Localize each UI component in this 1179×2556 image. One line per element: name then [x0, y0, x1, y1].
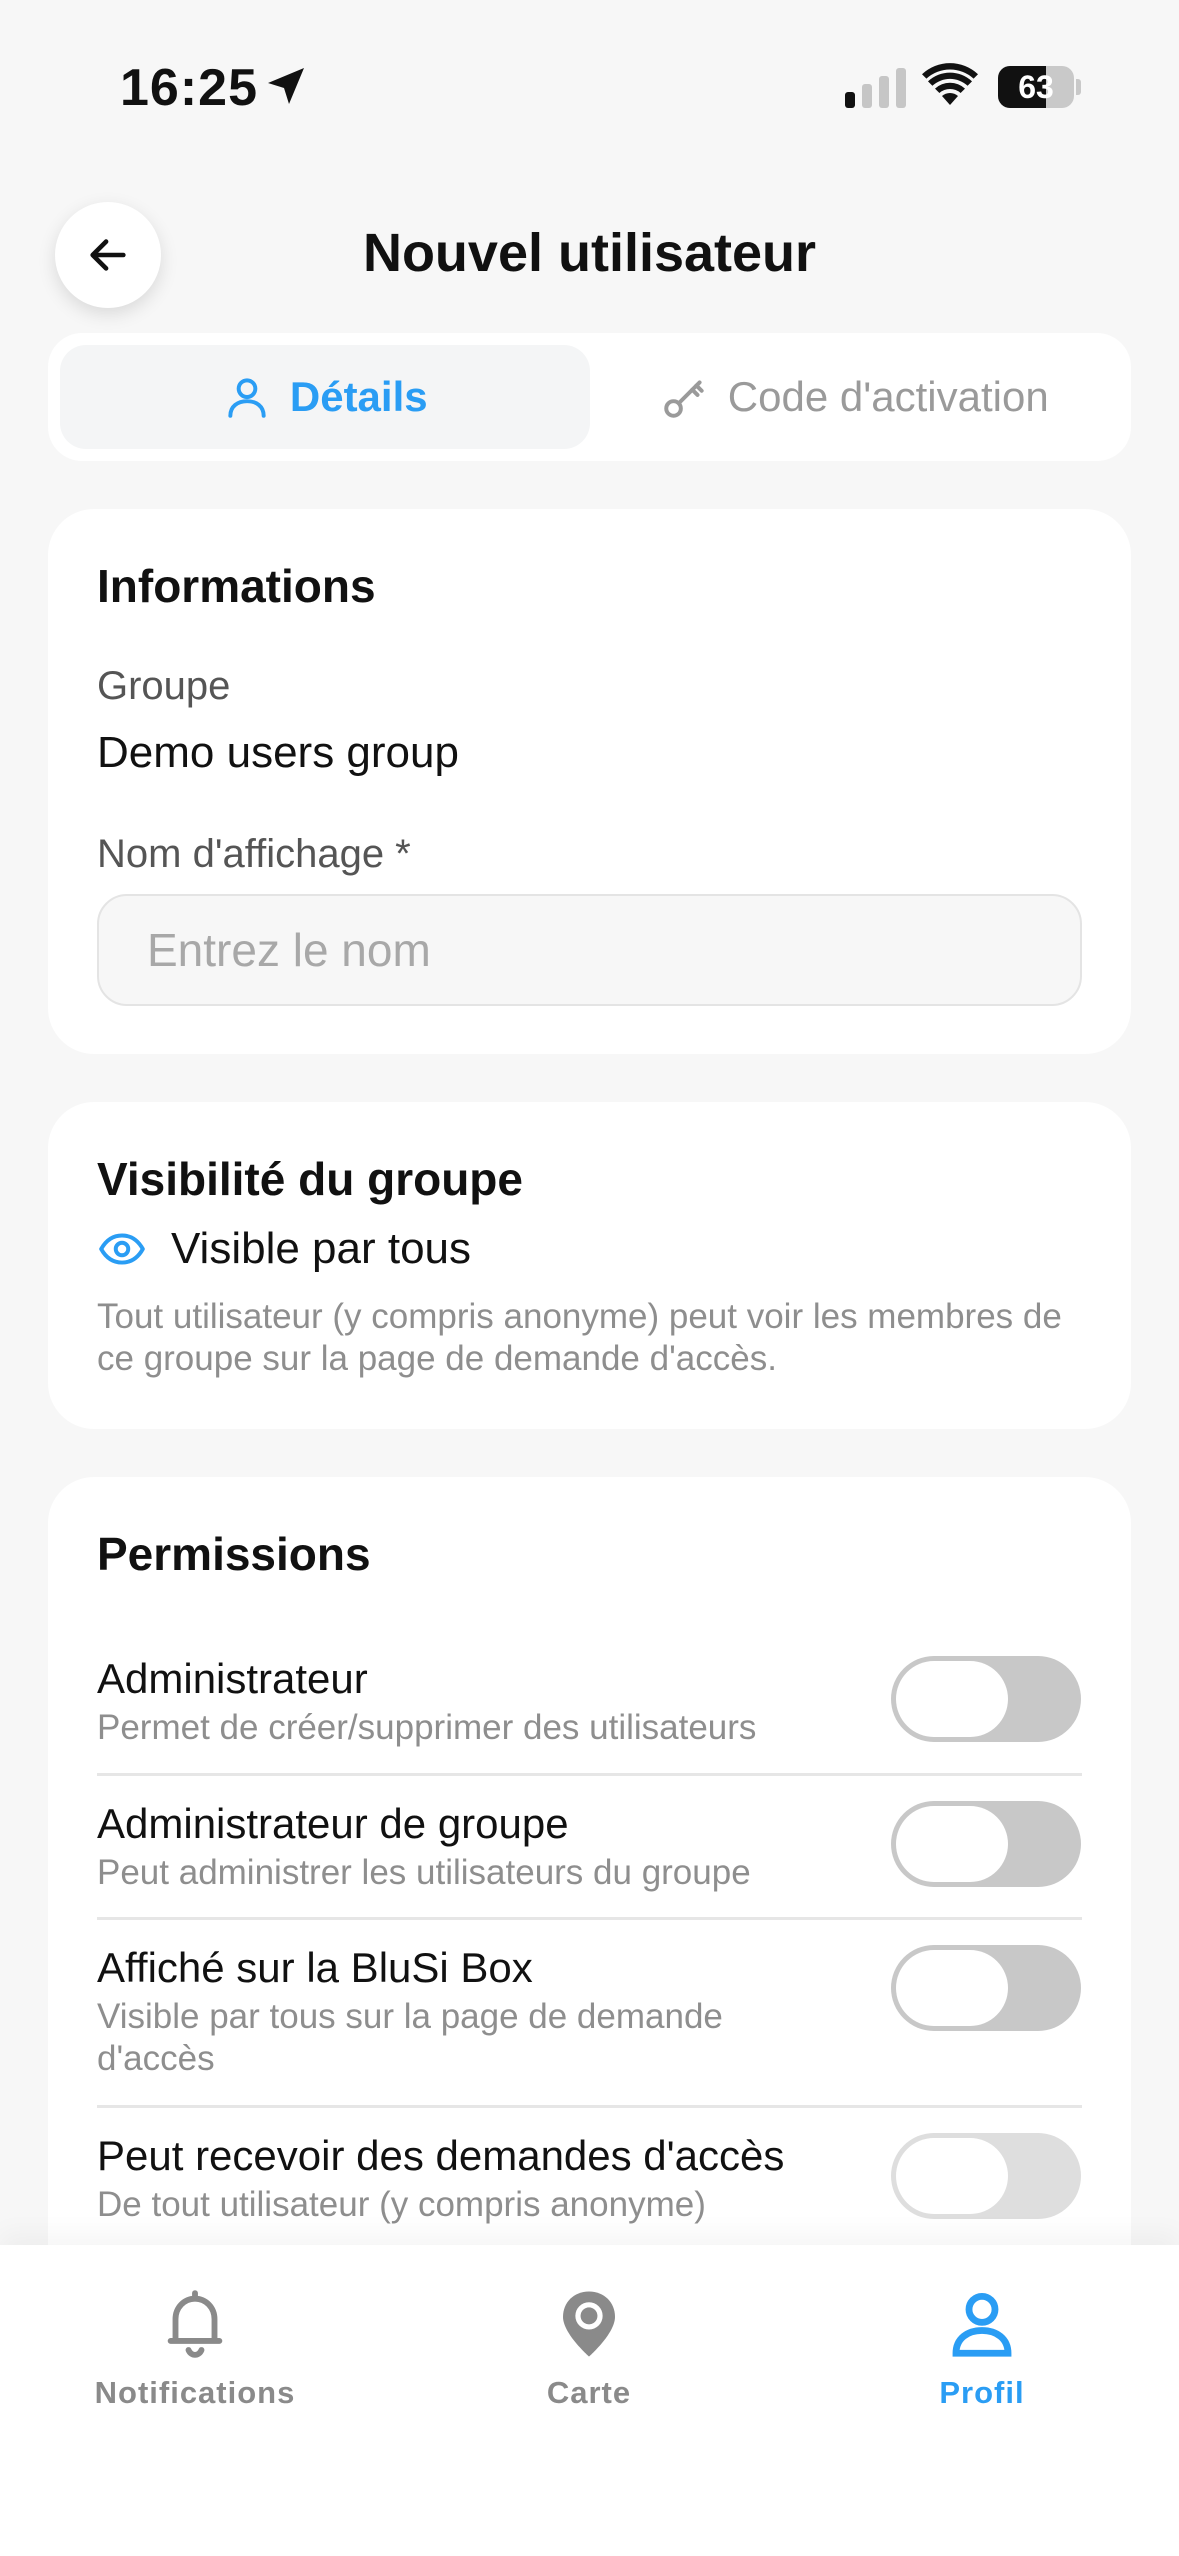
segmented-tabs: Détails Code d'activation	[48, 333, 1131, 461]
eye-icon	[99, 1233, 145, 1265]
tab-profile-label: Profil	[939, 2375, 1025, 2410]
group-admin-toggle[interactable]	[891, 1801, 1081, 1887]
divider	[97, 1773, 1082, 1776]
tab-activation-code-label: Code d'activation	[727, 373, 1049, 420]
status-bar: 16:25 63	[0, 0, 1179, 160]
page-title: Nouvel utilisateur	[362, 223, 817, 283]
blusi-box-toggle[interactable]	[891, 1945, 1081, 2031]
display-name-label: Nom d'affichage *	[97, 832, 411, 876]
battery-percentage: 63	[1018, 69, 1054, 105]
permission-subtitle: Permet de créer/supprimer des utilisateu…	[97, 1708, 757, 1747]
visibility-description: Tout utilisateur (y compris anonyme) peu…	[97, 1297, 1062, 1378]
screen: 16:25 63 Nouvel utilisateur Détails Code…	[0, 0, 1179, 2556]
battery-indicator: 63	[998, 66, 1081, 108]
group-label: Groupe	[97, 664, 231, 708]
tab-profile[interactable]: Profil	[852, 2285, 1112, 2411]
informations-card: Informations Groupe Demo users group Nom…	[48, 509, 1131, 1054]
tab-map[interactable]: Carte	[459, 2285, 719, 2411]
access-requests-toggle[interactable]	[891, 2133, 1081, 2219]
bell-icon	[167, 2290, 223, 2358]
tab-details-label: Détails	[289, 373, 428, 420]
visibility-card: Visibilité du groupe Visible par tous To…	[48, 1102, 1131, 1429]
user-icon	[952, 2292, 1012, 2357]
key-icon	[664, 380, 704, 418]
admin-toggle[interactable]	[891, 1656, 1081, 1742]
location-arrow-icon	[268, 68, 304, 104]
visibility-option-label: Visible par tous	[171, 1224, 472, 1273]
tab-notifications[interactable]: Notifications	[65, 2285, 325, 2411]
permission-subtitle: Visible par tous sur la page de demande …	[97, 1997, 723, 2078]
bottom-tab-bar: Notifications Carte Profil	[0, 2245, 1179, 2556]
status-time: 16:25	[120, 59, 258, 117]
permission-subtitle: Peut administrer les utilisateurs du gro…	[97, 1853, 751, 1892]
permissions-card: Permissions Administrateur Permet de cré…	[48, 1477, 1131, 2377]
visibility-title: Visibilité du groupe	[97, 1153, 523, 1205]
display-name-input[interactable]	[97, 894, 1082, 1006]
informations-title: Informations	[97, 560, 376, 612]
visibility-option: Visible par tous	[97, 1224, 471, 1274]
permissions-title: Permissions	[97, 1528, 371, 1580]
divider	[97, 2105, 1082, 2108]
group-value: Demo users group	[97, 728, 459, 777]
divider	[97, 1917, 1082, 1920]
tab-activation-code[interactable]: Code d'activation	[590, 345, 1120, 449]
tab-notifications-label: Notifications	[94, 2375, 296, 2410]
tab-details[interactable]: Détails	[60, 345, 590, 449]
user-icon	[228, 378, 266, 418]
wifi-icon	[922, 63, 978, 105]
cellular-signal-icon	[845, 68, 906, 108]
map-pin-icon	[563, 2291, 615, 2357]
permission-subtitle: De tout utilisateur (y compris anonyme)	[97, 2185, 706, 2224]
tab-map-label: Carte	[546, 2375, 632, 2410]
